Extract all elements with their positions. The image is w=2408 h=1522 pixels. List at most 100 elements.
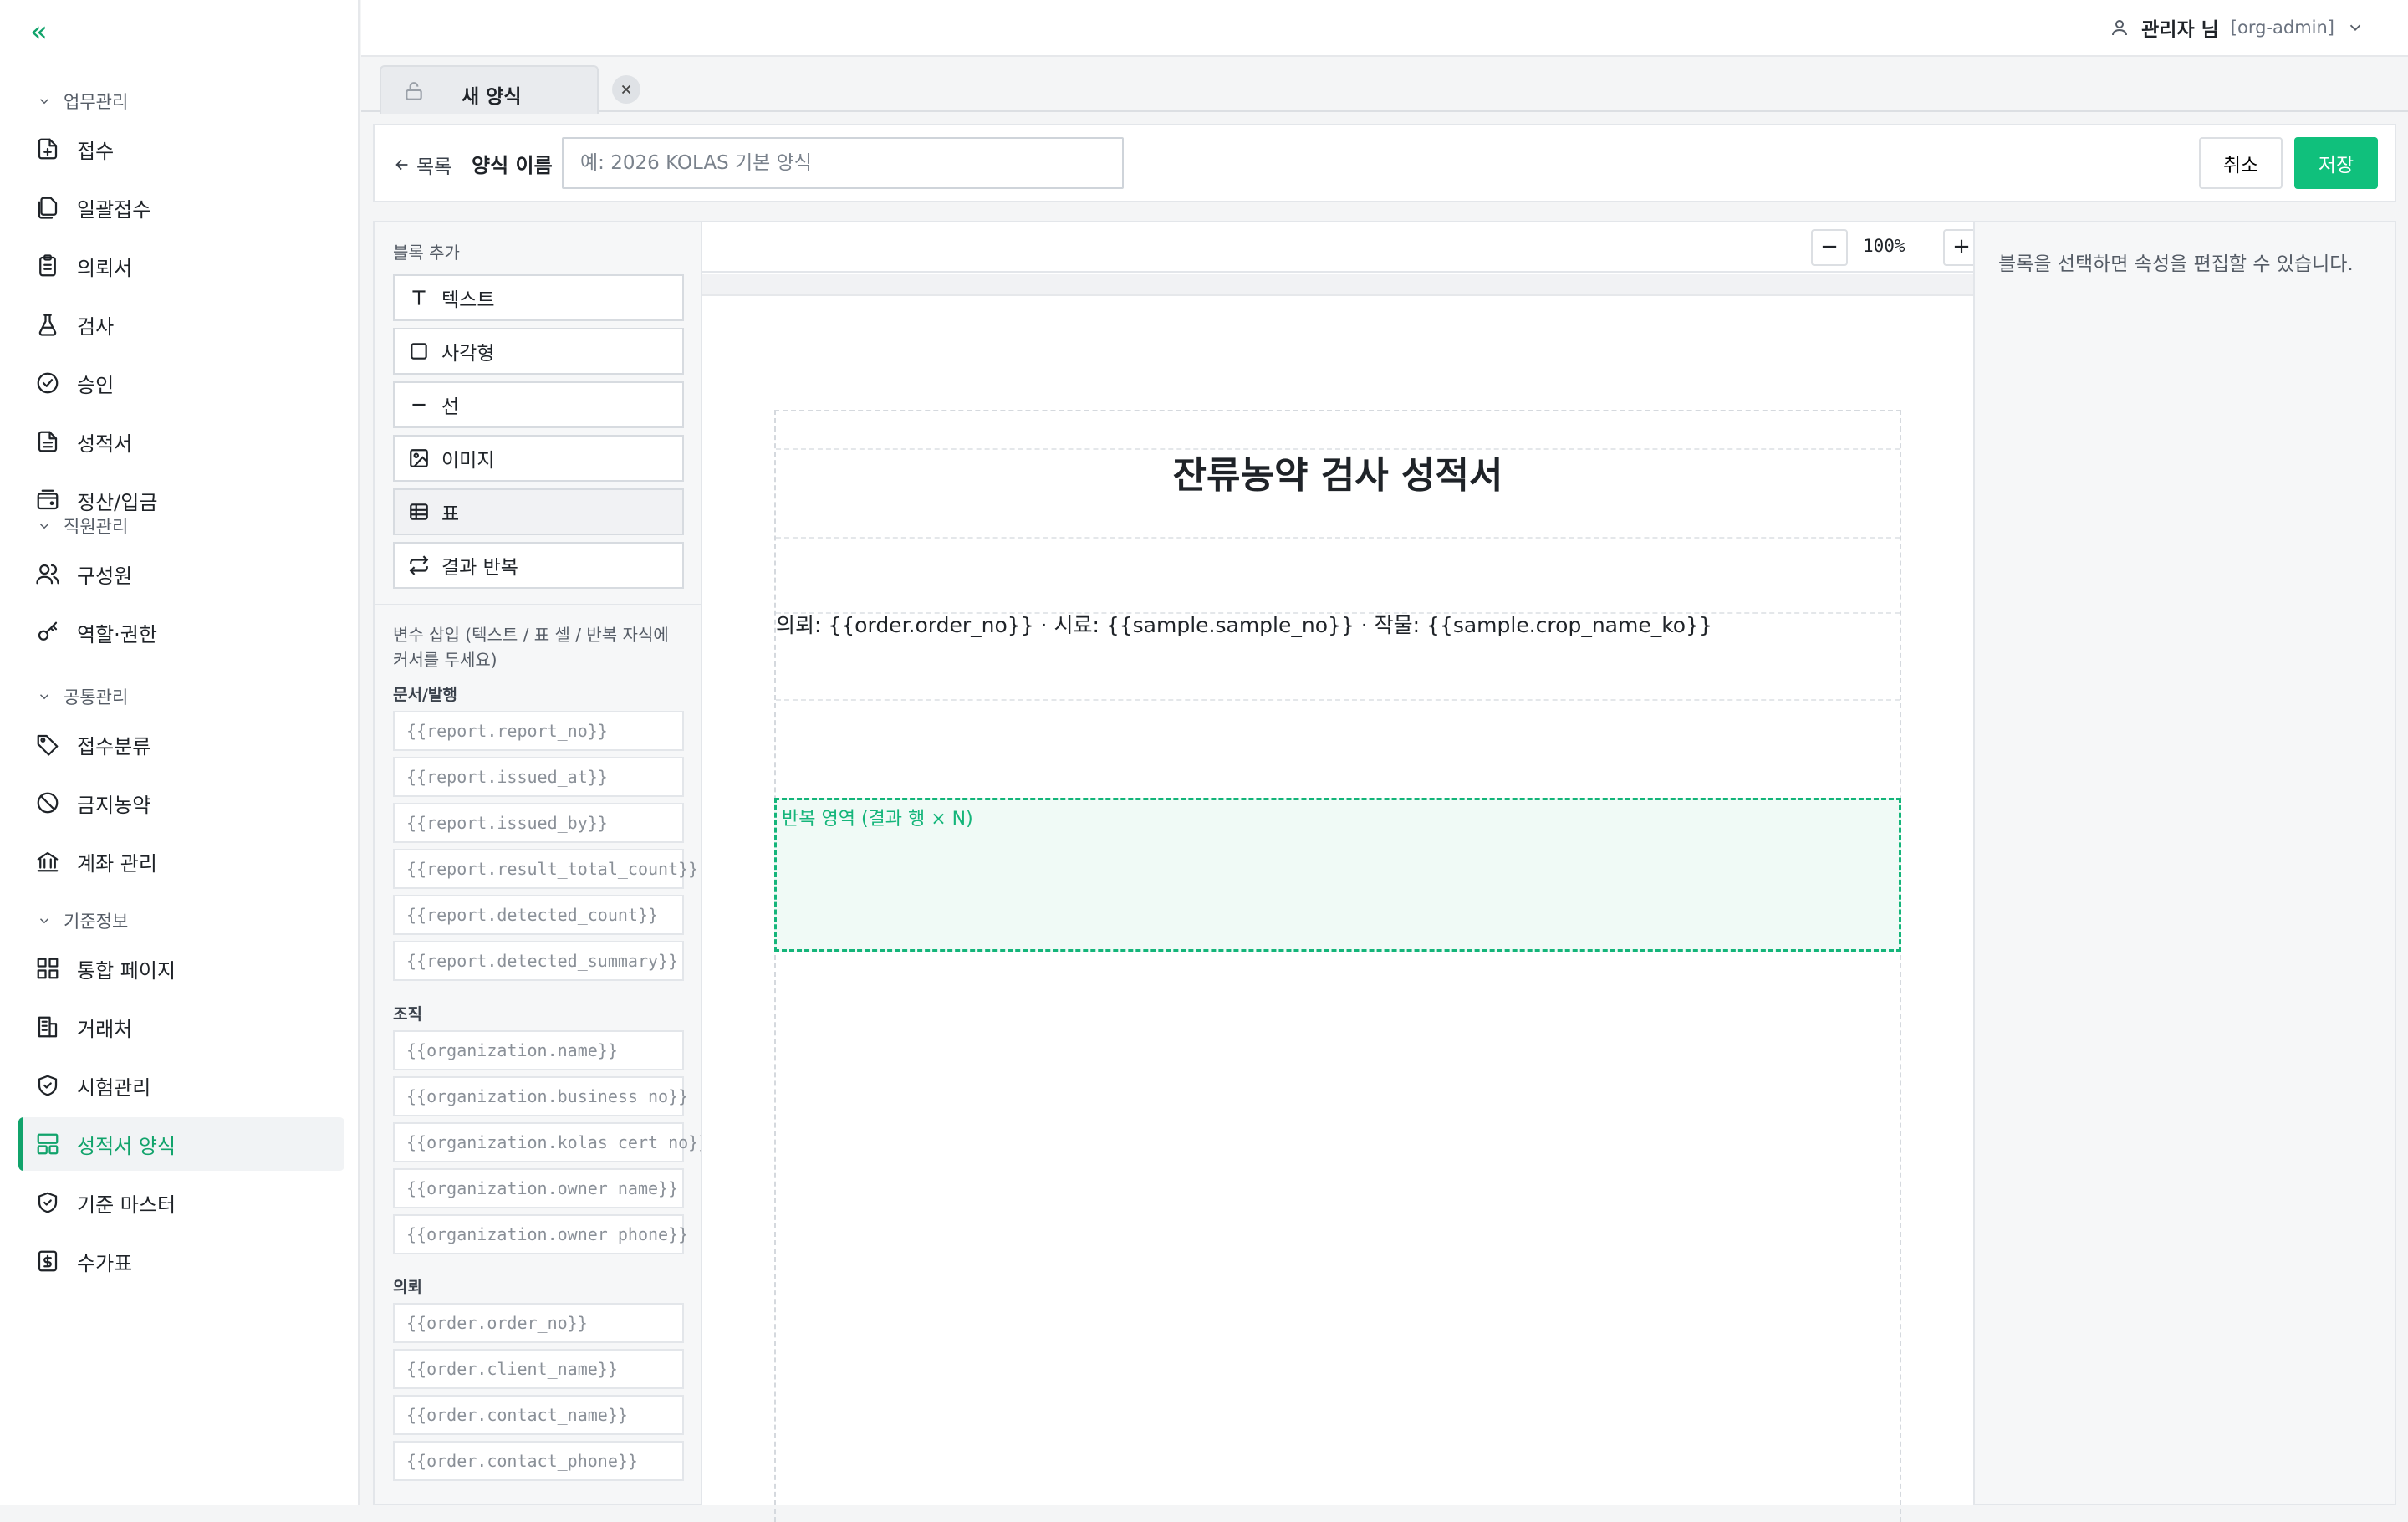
line-icon [412, 403, 426, 406]
save-button[interactable]: 저장 [2294, 137, 2378, 189]
flask-icon [38, 314, 57, 336]
sidebar-item[interactable]: 수가표 [18, 1234, 344, 1288]
sidebar-item-label: 통합 페이지 [77, 958, 176, 983]
arrow-left-icon [395, 159, 408, 171]
nav-section-label: 업무관리 [64, 92, 129, 112]
chevron-down-icon [39, 918, 49, 924]
variable-chip[interactable]: {{organization.kolas_cert_no}} [393, 1122, 701, 1162]
sidebar-item[interactable]: 접수 [18, 122, 344, 176]
variable-chip[interactable]: {{organization.name}} [393, 1030, 684, 1070]
variable-chip[interactable]: {{order.client_name}} [393, 1349, 684, 1389]
check-circle-icon [37, 372, 59, 394]
variable-chip[interactable]: {{organization.owner_phone}} [393, 1214, 688, 1254]
sidebar-item-label: 접수분류 [77, 734, 151, 758]
sidebar-item-label: 역할·권한 [77, 622, 157, 646]
template-form-bar: 목록 양식 이름 취소 저장 [373, 124, 2396, 202]
zoom-out-button[interactable]: − [1811, 229, 1848, 266]
variable-chip[interactable]: {{report.detected_summary}} [393, 941, 684, 981]
back-to-list-link[interactable]: 목록 [393, 151, 452, 179]
sidebar-item[interactable]: 의뢰서 [18, 239, 344, 293]
variable-chip[interactable]: {{report.report_no}} [393, 711, 684, 751]
sidebar-item[interactable]: 승인 [18, 356, 344, 410]
sidebar: « 업무관리 접수 일괄접수 의뢰서 검사 승인 성적서 정산/입금 직원관리 구성원 역할·권한 공… [0, 0, 360, 1505]
variable-chip[interactable]: {{organization.owner_name}} [393, 1168, 684, 1208]
sidebar-item-label: 시험관리 [77, 1075, 151, 1100]
tab-new-template[interactable]: 새 양식 [380, 65, 599, 114]
image-icon [410, 449, 428, 467]
collapse-sidebar-icon[interactable]: « [30, 15, 64, 49]
sidebar-item[interactable]: 검사 [18, 298, 344, 351]
chevron-down-icon [2349, 24, 2361, 32]
grid-icon [37, 958, 59, 979]
add-rect-block-button[interactable]: 사각형 [393, 328, 684, 375]
sidebar-item-label: 검사 [77, 314, 115, 339]
sidebar-item[interactable]: 성적서 [18, 415, 344, 468]
variable-chip[interactable]: {{report.result_total_count}} [393, 849, 698, 889]
sidebar-item[interactable]: 계좌 관리 [18, 835, 344, 888]
repeat-icon [409, 555, 429, 575]
back-label: 목록 [416, 156, 452, 178]
block-label: 사각형 [441, 343, 495, 365]
add-repeat-block-button[interactable]: 결과 반복 [393, 542, 684, 589]
variable-chip[interactable]: {{organization.business_no}} [393, 1076, 688, 1116]
table-icon [410, 503, 428, 520]
shield-icon [38, 1192, 58, 1213]
properties-hint: 블록을 선택하면 속성을 편집할 수 있습니다. [1998, 253, 2354, 275]
template-name-input[interactable] [562, 137, 1124, 189]
variable-chip[interactable]: {{report.issued_at}} [393, 757, 684, 797]
sidebar-item[interactable]: 역할·권한 [18, 605, 344, 659]
divider [375, 604, 701, 605]
variable-chip[interactable]: {{order.contact_phone}} [393, 1441, 684, 1481]
zoom-level: 100% [1863, 236, 1905, 256]
template-name-label: 양식 이름 [472, 154, 553, 177]
sidebar-item[interactable]: 접수분류 [18, 718, 344, 771]
user-menu[interactable]: 관리자 님 [org-admin] [2110, 13, 2365, 42]
sidebar-item[interactable]: 일괄접수 [18, 181, 344, 234]
nav-section-header[interactable]: 기준정보 [37, 908, 128, 933]
user-name: 관리자 님 [2141, 19, 2219, 41]
sidebar-item[interactable]: 성적서 양식 [18, 1117, 344, 1171]
unlock-icon [406, 82, 422, 100]
template-page[interactable]: 잔류농약 검사 성적서 의뢰: {{order.order_no}} · 시료:… [774, 410, 1901, 1522]
nav-section-header[interactable]: 업무관리 [37, 89, 128, 114]
shield-check-icon [38, 1075, 58, 1096]
sidebar-item[interactable]: 거래처 [18, 1000, 344, 1054]
repeat-region-label: 반복 영역 (결과 행 × N) [782, 809, 973, 830]
block-label: 선 [441, 396, 460, 418]
nav-section-label: 기준정보 [64, 912, 129, 932]
variable-chip[interactable]: {{order.contact_name}} [393, 1395, 684, 1435]
sidebar-item[interactable]: 시험관리 [18, 1059, 344, 1112]
file-plus-icon [38, 138, 58, 160]
sidebar-item-label: 금지농약 [77, 793, 151, 817]
variable-chip[interactable]: {{order.order_no}} [393, 1303, 684, 1343]
document-title-block[interactable]: 잔류농약 검사 성적서 [776, 445, 1900, 498]
variable-insert-title: 변수 삽입 (텍스트 / 표 셀 / 반복 자식에 커서를 두세요) [393, 625, 669, 670]
tab-close-icon[interactable] [612, 75, 640, 104]
info-text-block[interactable]: 의뢰: {{order.order_no}} · 시료: {{sample.sa… [776, 609, 1712, 639]
price-sheet-icon [38, 1250, 58, 1272]
nav-section-label: 직원관리 [64, 517, 129, 537]
sidebar-item-label: 기준 마스터 [77, 1193, 176, 1217]
sidebar-item[interactable]: 금지농약 [18, 776, 344, 830]
add-image-block-button[interactable]: 이미지 [393, 435, 684, 482]
add-text-block-button[interactable]: 텍스트 [393, 274, 684, 321]
repeat-region-block[interactable]: 반복 영역 (결과 행 × N) [774, 798, 1901, 952]
variable-chip[interactable]: {{report.issued_by}} [393, 803, 684, 843]
sidebar-item-label: 일괄접수 [77, 197, 151, 222]
add-table-block-button[interactable]: 표 [393, 488, 684, 535]
variable-chip[interactable]: {{report.detected_count}} [393, 895, 684, 935]
sidebar-item[interactable]: 통합 페이지 [18, 942, 344, 995]
ruler [702, 274, 1973, 296]
nav-section-header[interactable]: 직원관리 [37, 513, 128, 539]
nav-section-header[interactable]: 공통관리 [37, 684, 128, 709]
clipboard-icon [39, 254, 56, 277]
sidebar-item[interactable]: 구성원 [18, 547, 344, 600]
cancel-button[interactable]: 취소 [2199, 137, 2283, 189]
layout-template-icon [37, 1133, 59, 1155]
properties-panel: 블록을 선택하면 속성을 편집할 수 있습니다. [1973, 221, 2396, 1505]
sidebar-item[interactable]: 기준 마스터 [18, 1176, 344, 1229]
building-icon [38, 1016, 58, 1038]
key-icon [38, 621, 58, 641]
bank-icon [37, 851, 59, 872]
add-line-block-button[interactable]: 선 [393, 381, 684, 428]
